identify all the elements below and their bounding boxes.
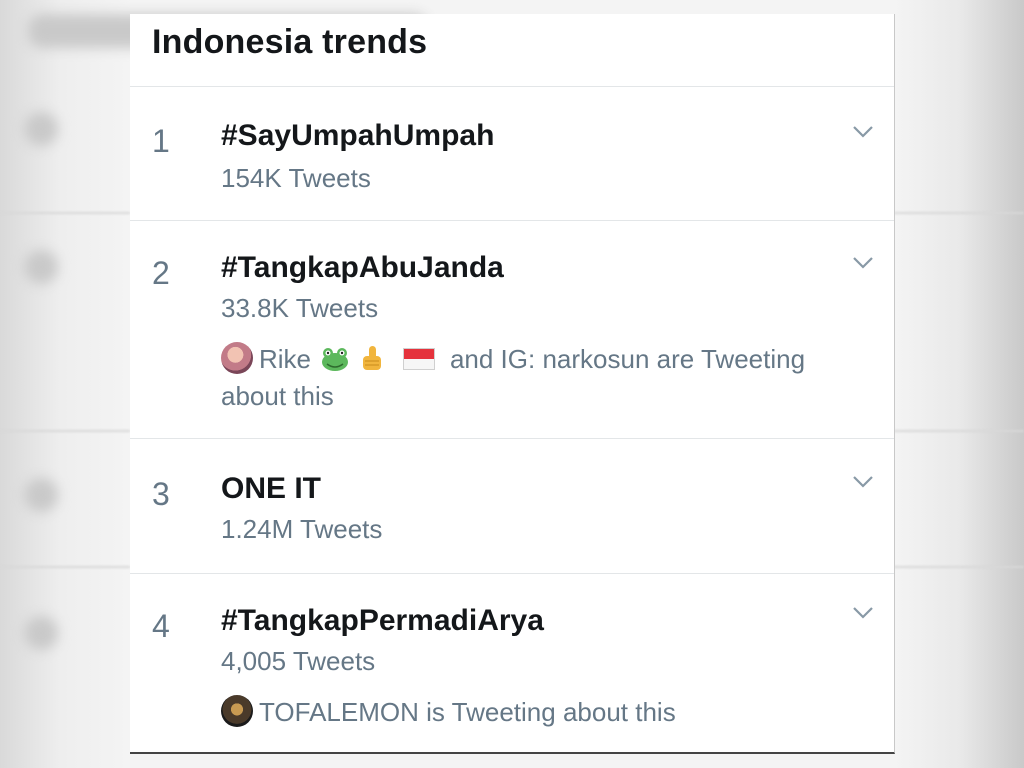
trend-name[interactable]: #TangkapPermadiArya — [221, 604, 544, 638]
trends-header: Indonesia trends — [130, 14, 894, 87]
blurred-divider — [894, 566, 1024, 568]
avatar[interactable] — [221, 342, 253, 374]
trend-rank: 2 — [152, 255, 170, 291]
blurred-divider — [894, 430, 1024, 432]
chevron-down-icon[interactable] — [852, 475, 874, 489]
blurred-icon — [24, 250, 58, 284]
chevron-down-icon[interactable] — [852, 256, 874, 270]
blurred-divider — [0, 430, 130, 432]
chevron-down-icon[interactable] — [852, 125, 874, 139]
frog-emoji-icon — [322, 348, 349, 371]
trend-item[interactable]: 1 #SayUmpahUmpah 154K Tweets — [130, 87, 894, 221]
trend-item[interactable]: 2 #TangkapAbuJanda 33.8K Tweets Rike and… — [130, 221, 894, 439]
trend-tweet-count: 4,005 Tweets — [221, 646, 376, 676]
context-username[interactable]: Rike — [259, 344, 311, 374]
trend-name[interactable]: #SayUmpahUmpah — [221, 119, 494, 153]
trend-rank: 4 — [152, 608, 170, 644]
context-text: and IG: narkosun are Tweeting — [449, 344, 806, 374]
trend-context: TOFALEMON is Tweeting about this — [221, 694, 841, 731]
avatar[interactable] — [221, 695, 253, 727]
chevron-down-icon[interactable] — [852, 606, 874, 620]
blurred-icon — [24, 112, 58, 146]
trend-name[interactable]: #TangkapAbuJanda — [221, 251, 504, 285]
page-title: Indonesia trends — [152, 23, 428, 61]
context-text: is Tweeting about this — [426, 697, 676, 727]
indonesia-flag-emoji-icon — [402, 348, 435, 370]
blurred-icon — [24, 478, 58, 512]
context-username[interactable]: TOFALEMON — [259, 697, 419, 727]
trends-card: Indonesia trends 1 #SayUmpahUmpah 154K T… — [130, 14, 895, 754]
trend-tweet-count: 33.8K Tweets — [221, 293, 379, 323]
blurred-divider — [0, 566, 130, 568]
trend-rank: 1 — [152, 123, 170, 159]
blurred-divider — [0, 212, 130, 214]
context-text: about this — [221, 381, 334, 411]
blurred-icon — [24, 616, 58, 650]
trend-item[interactable]: 4 #TangkapPermadiArya 4,005 Tweets TOFAL… — [130, 574, 894, 752]
trend-rank: 3 — [152, 476, 170, 512]
trend-tweet-count: 1.24M Tweets — [221, 514, 383, 544]
trend-tweet-count: 154K Tweets — [221, 163, 371, 193]
blurred-divider — [894, 212, 1024, 214]
trend-name[interactable]: ONE IT — [221, 472, 321, 506]
trend-item[interactable]: 3 ONE IT 1.24M Tweets — [130, 439, 894, 574]
thumbs-up-emoji-icon — [363, 346, 382, 370]
trend-context: Rike and IG: narkosun are Tweeting about… — [221, 341, 841, 415]
